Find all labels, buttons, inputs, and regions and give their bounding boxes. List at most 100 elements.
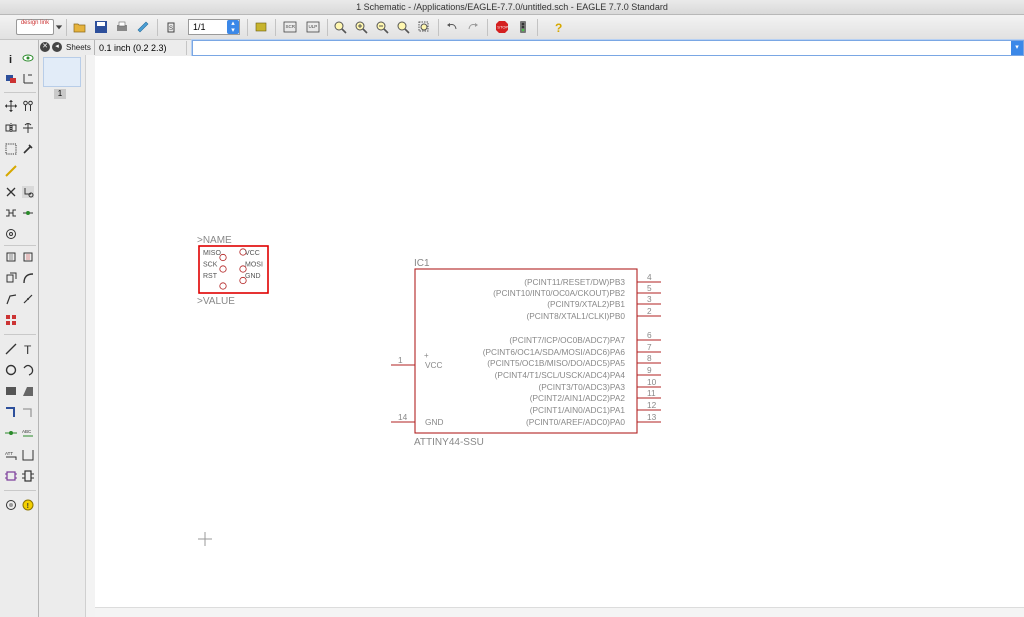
part-pin-label: MISO xyxy=(203,250,221,257)
move-icon[interactable] xyxy=(4,99,18,113)
cam-processor-icon[interactable] xyxy=(135,19,151,35)
zoom-redraw-icon[interactable] xyxy=(395,19,411,35)
show-icon[interactable] xyxy=(21,51,35,65)
junction-icon[interactable] xyxy=(4,426,18,440)
zoom-fit-icon[interactable] xyxy=(332,19,348,35)
script-icon[interactable]: SCR xyxy=(282,19,298,35)
sheet-thumbnail[interactable] xyxy=(43,57,81,87)
ic-pin-number: 5 xyxy=(647,283,652,293)
display-icon[interactable] xyxy=(4,71,18,85)
optimize-icon[interactable] xyxy=(21,292,35,306)
paste-icon[interactable] xyxy=(4,164,18,178)
horizontal-scrollbar[interactable] xyxy=(95,607,1024,617)
ic-pin-number: 9 xyxy=(647,365,652,375)
copy-icon[interactable] xyxy=(21,99,35,113)
ic-name: IC1 xyxy=(414,258,430,269)
sheet-stepper-icon[interactable]: ▴ ▾ xyxy=(227,20,239,34)
switch-board-icon[interactable]: S xyxy=(163,19,179,35)
frame-icon[interactable] xyxy=(4,469,18,483)
zoom-out-icon[interactable] xyxy=(374,19,390,35)
svg-text:STOP: STOP xyxy=(497,25,508,30)
add-icon[interactable] xyxy=(21,185,35,199)
command-input[interactable]: ▾ xyxy=(192,40,1024,56)
zoom-in-icon[interactable] xyxy=(353,19,369,35)
svg-text:ATT: ATT xyxy=(5,451,13,456)
svg-text:S: S xyxy=(169,26,173,32)
open-icon[interactable] xyxy=(72,19,88,35)
save-icon[interactable] xyxy=(93,19,109,35)
group-icon[interactable] xyxy=(4,142,18,156)
ic-pin-label: GND xyxy=(425,417,443,427)
print-icon[interactable] xyxy=(114,19,130,35)
close-panel-icon[interactable]: ✕ xyxy=(40,42,50,52)
attribute-icon[interactable]: ATT xyxy=(4,448,18,462)
redo-icon[interactable] xyxy=(465,19,481,35)
bus-icon[interactable] xyxy=(4,405,18,419)
ic-pin-label: (PCINT0/AREF/ADC0)PA0 xyxy=(526,417,625,427)
stop-icon[interactable]: STOP xyxy=(494,19,510,35)
design-link-logo[interactable]: design link xyxy=(16,19,54,35)
ic-pin-label: (PCINT9/XTAL2)PB1 xyxy=(547,299,625,309)
help-icon[interactable]: ? xyxy=(551,19,567,35)
rect-icon[interactable] xyxy=(4,384,18,398)
logo-dropdown-icon[interactable] xyxy=(55,19,63,35)
arc-icon[interactable] xyxy=(21,363,35,377)
ic-pin-label: (PCINT2/AIN1/ADC2)PA2 xyxy=(530,393,626,403)
value-icon[interactable] xyxy=(21,250,35,264)
part-pin-label: VCC xyxy=(245,250,260,257)
sheet-value: 1/1 xyxy=(193,22,206,32)
info-icon[interactable]: i xyxy=(4,51,18,65)
text-icon[interactable]: T xyxy=(21,342,35,356)
module-icon[interactable] xyxy=(21,469,35,483)
label-icon[interactable]: ABC xyxy=(21,426,35,440)
go-icon[interactable] xyxy=(515,19,531,35)
pinswap-icon[interactable] xyxy=(4,206,18,220)
change-icon[interactable] xyxy=(21,142,35,156)
polygon-icon[interactable] xyxy=(21,384,35,398)
sheet-selector[interactable]: 1/1 ▴ ▾ xyxy=(188,19,240,35)
miter-icon[interactable] xyxy=(21,271,35,285)
mark-icon[interactable] xyxy=(21,71,35,85)
sheet-thumbnail-number: 1 xyxy=(54,89,66,99)
command-history-dropdown-icon[interactable]: ▾ xyxy=(1011,41,1023,55)
dimension-icon[interactable] xyxy=(21,448,35,462)
errors-icon[interactable]: ! xyxy=(21,498,35,512)
gateswap-icon[interactable] xyxy=(21,206,35,220)
ic-left-pins: VCC 1 + GND 14 xyxy=(391,351,443,427)
coordinate-bar: 0.1 inch (0.2 2.3) ▾ xyxy=(95,40,1024,56)
ic-pin-label: VCC xyxy=(425,360,443,370)
name-icon[interactable] xyxy=(4,250,18,264)
sheets-label: Sheets xyxy=(66,43,91,52)
run-ulp-icon[interactable]: ULP xyxy=(305,19,321,35)
ic-pin-label: (PCINT11/RESET/DW)PB3 xyxy=(524,277,625,287)
delete-icon[interactable] xyxy=(4,185,18,199)
panel-options-icon[interactable]: ◂ xyxy=(52,42,62,52)
part-pin-label: GND xyxy=(245,273,261,280)
rotate-icon[interactable] xyxy=(21,121,35,135)
invoke-icon[interactable] xyxy=(4,313,18,327)
replace-icon[interactable] xyxy=(4,227,18,241)
wire-icon[interactable] xyxy=(4,342,18,356)
eagle-window: 1 Schematic - /Applications/EAGLE-7.7.0/… xyxy=(0,0,1024,617)
circle-icon[interactable] xyxy=(4,363,18,377)
schematic-canvas[interactable]: >NAME MISO SCK RST VCC MOSI GND >VALUE IC1 (P… xyxy=(95,56,1024,607)
schematic-drawing: >NAME MISO SCK RST VCC MOSI GND >VALUE IC1 (P… xyxy=(197,235,661,546)
ic-pin-marker: + xyxy=(424,351,429,360)
ic-pin-label: (PCINT8/XTAL1/CLKI)PB0 xyxy=(526,311,625,321)
ic-pin-number: 1 xyxy=(398,355,403,365)
origin-cross xyxy=(198,532,212,546)
zoom-select-icon[interactable] xyxy=(416,19,432,35)
panel-splitter[interactable] xyxy=(85,55,95,617)
smash-icon[interactable] xyxy=(4,271,18,285)
part-pad xyxy=(219,265,227,273)
undo-icon[interactable] xyxy=(444,19,460,35)
net-icon[interactable] xyxy=(21,405,35,419)
ic-pin-label: (PCINT3/T0/ADC3)PA3 xyxy=(538,382,625,392)
svg-text:!: ! xyxy=(27,503,29,510)
use-library-icon[interactable] xyxy=(253,19,269,35)
erc-icon[interactable] xyxy=(4,498,18,512)
mirror-icon[interactable] xyxy=(4,121,18,135)
split-icon[interactable] xyxy=(4,292,18,306)
ic-pin-number: 11 xyxy=(647,388,656,398)
ic-pin-number: 14 xyxy=(398,412,408,422)
